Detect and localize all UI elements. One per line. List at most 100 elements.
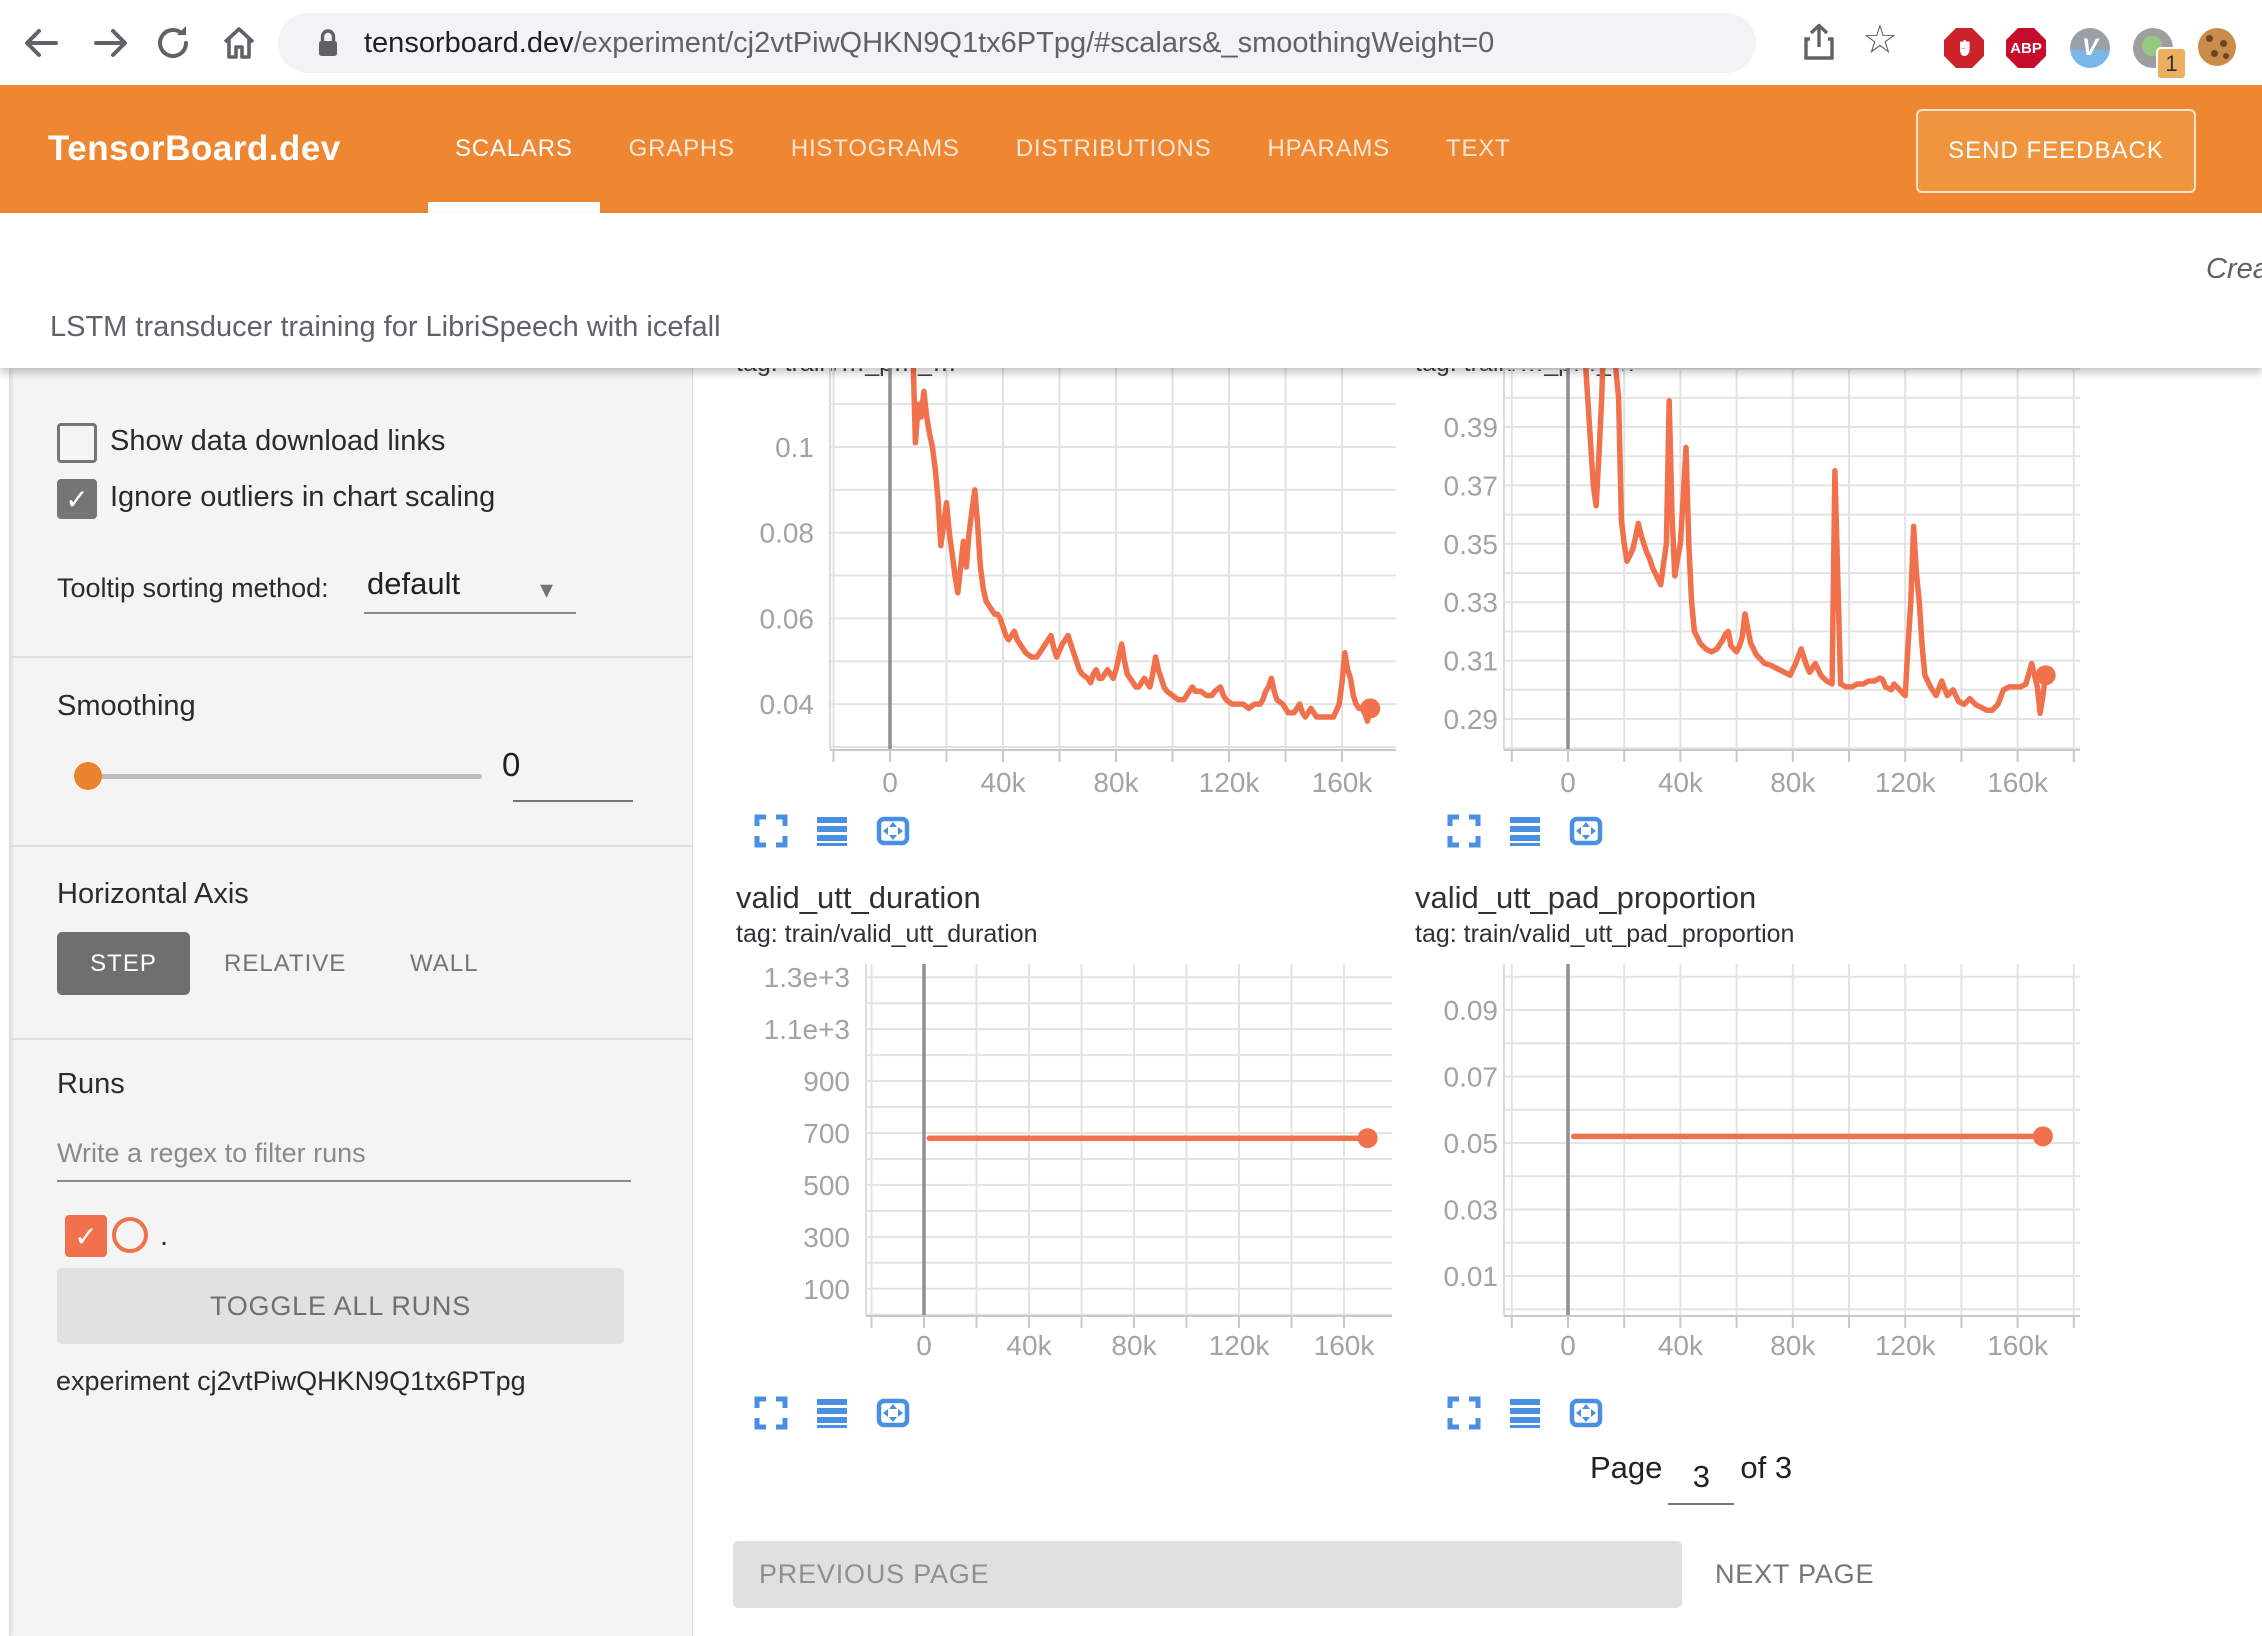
chart4-title: valid_utt_pad_proportion [1415, 880, 1756, 916]
page-of-label: of 3 [1740, 1450, 1792, 1486]
run-regex-input[interactable]: Write a regex to filter runs [57, 1138, 366, 1169]
share-icon[interactable] [1798, 22, 1840, 64]
chart3-tag: tag: train/valid_utt_duration [736, 920, 1038, 949]
svg-text:500: 500 [803, 1170, 850, 1201]
back-icon[interactable] [20, 22, 62, 64]
svg-text:160k: 160k [1314, 1330, 1376, 1361]
experiment-id-label: experiment cj2vtPiwQHKN9Q1tx6PTpg [56, 1366, 526, 1397]
fit-domain-icon[interactable] [875, 1395, 911, 1431]
svg-text:1.3e+3: 1.3e+3 [764, 962, 850, 993]
fit-domain-icon[interactable] [1568, 1395, 1604, 1431]
toggle-y-axis-icon[interactable] [814, 813, 850, 849]
svg-text:160k: 160k [1987, 767, 2049, 798]
svg-text:40k: 40k [1006, 1330, 1052, 1361]
smoothing-value[interactable]: 0 [502, 746, 520, 784]
smoothing-slider-track[interactable] [88, 774, 482, 779]
axis-step-button[interactable]: STEP [57, 932, 190, 995]
send-feedback-button[interactable]: SEND FEEDBACK [1916, 109, 2196, 193]
fit-domain-icon[interactable] [875, 813, 911, 849]
smoothing-label: Smoothing [57, 690, 196, 723]
axis-relative-button[interactable]: RELATIVE [224, 950, 346, 978]
tab-hparams[interactable]: HPARAMS [1267, 135, 1390, 163]
previous-page-button[interactable]: PREVIOUS PAGE [733, 1541, 1682, 1608]
svg-text:1.1e+3: 1.1e+3 [764, 1014, 850, 1045]
bookmark-star-icon[interactable]: ☆ [1862, 20, 1904, 62]
extension-v-icon[interactable]: V [2070, 28, 2110, 68]
chart4-tag: tag: train/valid_utt_pad_proportion [1415, 920, 1794, 949]
svg-text:0: 0 [916, 1330, 932, 1361]
divider [9, 845, 692, 847]
axis-wall-button[interactable]: WALL [410, 950, 478, 978]
page-number-input[interactable]: 3 [1668, 1459, 1734, 1505]
active-tab-underline [428, 202, 600, 213]
chevron-down-icon[interactable]: ▾ [540, 574, 553, 605]
svg-text:0.03: 0.03 [1444, 1195, 1499, 1226]
svg-text:0.05: 0.05 [1444, 1128, 1499, 1159]
tab-text[interactable]: TEXT [1446, 135, 1511, 163]
chart1-actions [753, 813, 911, 849]
tooltip-sorting-select[interactable]: default [367, 566, 460, 602]
chart-train-metric-1[interactable]: 0.10.080.060.04040k80k120k160k [700, 368, 1400, 808]
next-page-button[interactable]: NEXT PAGE [1715, 1541, 1874, 1608]
chart-valid-utt-pad-proportion[interactable]: 0.090.070.050.030.01040k80k120k160k [1410, 952, 2110, 1394]
chart3-title: valid_utt_duration [736, 880, 981, 916]
svg-text:80k: 80k [1111, 1330, 1157, 1361]
ignore-outliers-checkbox[interactable]: ✓ [57, 479, 97, 519]
fullscreen-icon[interactable] [753, 813, 789, 849]
svg-text:80k: 80k [1770, 767, 1816, 798]
toggle-y-axis-icon[interactable] [814, 1395, 850, 1431]
cookie-icon[interactable] [2198, 28, 2238, 68]
svg-text:0.39: 0.39 [1444, 412, 1499, 443]
clipped-right-text: Crea [2206, 253, 2262, 286]
fullscreen-icon[interactable] [1446, 813, 1482, 849]
tooltip-select-underline [364, 612, 576, 614]
chart2-actions [1446, 813, 1604, 849]
app-logo[interactable]: TensorBoard.dev [48, 85, 341, 213]
svg-text:0.01: 0.01 [1444, 1261, 1499, 1292]
run-name[interactable]: . [160, 1220, 168, 1253]
svg-text:0.33: 0.33 [1444, 587, 1499, 618]
fullscreen-icon[interactable] [753, 1395, 789, 1431]
fit-domain-icon[interactable] [1568, 813, 1604, 849]
runs-label: Runs [57, 1068, 125, 1101]
svg-text:160k: 160k [1312, 767, 1374, 798]
show-download-links-label[interactable]: Show data download links [110, 425, 445, 458]
chart-valid-utt-duration[interactable]: 1.3e+31.1e+3900700500300100040k80k120k16… [700, 952, 1400, 1394]
tab-scalars[interactable]: SCALARS [455, 135, 573, 163]
svg-text:0.08: 0.08 [760, 518, 815, 549]
tooltip-sorting-label: Tooltip sorting method: [57, 573, 329, 604]
run-color-swatch[interactable] [112, 1217, 148, 1253]
url-text[interactable]: tensorboard.dev/experiment/cj2vtPiwQHKN9… [364, 13, 1494, 73]
svg-text:120k: 120k [1199, 767, 1261, 798]
ignore-outliers-label[interactable]: Ignore outliers in chart scaling [110, 481, 495, 514]
toggle-y-axis-icon[interactable] [1507, 1395, 1543, 1431]
svg-text:0.04: 0.04 [760, 689, 815, 720]
subheader: LSTM transducer training for LibriSpeech… [0, 213, 2262, 368]
tab-histograms[interactable]: HISTOGRAMS [791, 135, 960, 163]
toggle-y-axis-icon[interactable] [1507, 813, 1543, 849]
pagination: Page 3 of 3 [1590, 1450, 1792, 1496]
run-checkbox[interactable]: ✓ [65, 1215, 107, 1257]
url-bar[interactable]: tensorboard.dev/experiment/cj2vtPiwQHKN9… [278, 13, 1756, 73]
chart3-actions [753, 1395, 911, 1431]
svg-text:40k: 40k [980, 767, 1026, 798]
forward-icon[interactable] [90, 22, 132, 64]
tab-graphs[interactable]: GRAPHS [629, 135, 735, 163]
app-header: TensorBoard.dev SCALARS GRAPHS HISTOGRAM… [0, 85, 2262, 213]
svg-text:120k: 120k [1209, 1330, 1271, 1361]
svg-text:40k: 40k [1658, 767, 1704, 798]
reload-icon[interactable] [152, 22, 194, 64]
svg-text:80k: 80k [1093, 767, 1139, 798]
chart-train-metric-2[interactable]: 0.390.370.350.330.310.29040k80k120k160k [1410, 368, 2110, 808]
tensorboard-page: tensorboard.dev/experiment/cj2vtPiwQHKN9… [0, 0, 2262, 1636]
show-download-links-checkbox[interactable] [57, 423, 97, 463]
smoothing-slider-knob[interactable] [74, 762, 102, 790]
fullscreen-icon[interactable] [1446, 1395, 1482, 1431]
charts-panel: tag: train/…_p…_… tag: train/…_p…_… 0.10… [692, 368, 2262, 1636]
extension-abp-icon[interactable]: ABP [2006, 28, 2046, 68]
extension-adblock-icon[interactable] [1944, 28, 1984, 68]
horizontal-axis-label: Horizontal Axis [57, 878, 249, 911]
home-icon[interactable] [218, 22, 260, 64]
tab-distributions[interactable]: DISTRIBUTIONS [1016, 135, 1212, 163]
toggle-all-runs-button[interactable]: TOGGLE ALL RUNS [57, 1268, 624, 1344]
